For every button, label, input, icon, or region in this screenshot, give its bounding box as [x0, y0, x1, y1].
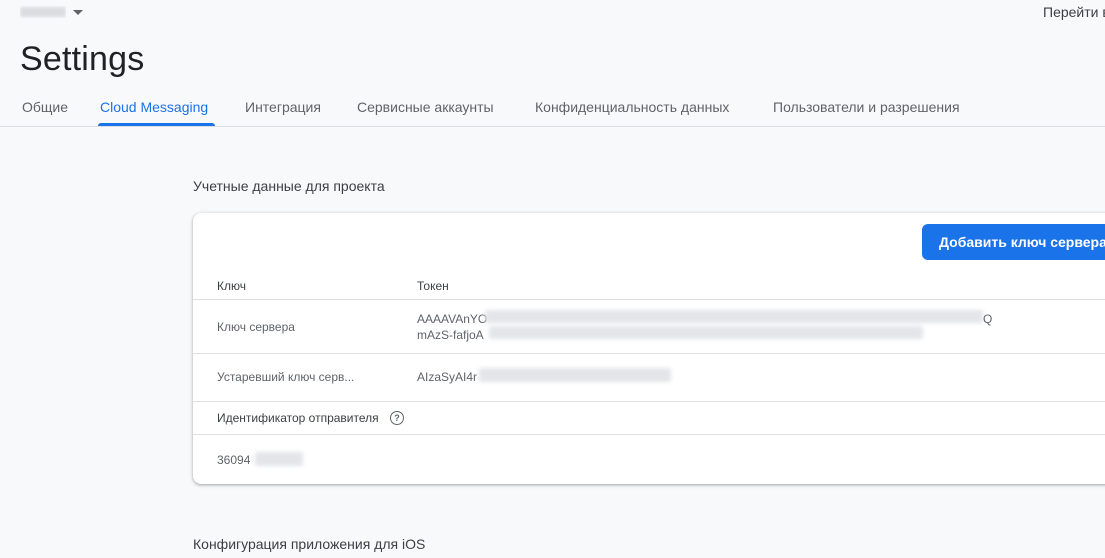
sender-id-value[interactable]: 36094 — [217, 453, 250, 467]
tab-cloud-messaging[interactable]: Cloud Messaging — [100, 99, 208, 115]
token-redacted — [485, 310, 983, 323]
add-server-key-button[interactable]: Добавить ключ сервера — [922, 224, 1105, 260]
caret-down-icon[interactable] — [73, 10, 83, 15]
column-header-token: Токен — [417, 279, 449, 293]
row-key-label: Устаревший ключ серв... — [217, 370, 355, 384]
tab-service-accounts[interactable]: Сервисные аккаунты — [357, 99, 494, 115]
tab-users-permissions[interactable]: Пользователи и разрешения — [773, 99, 960, 115]
server-key-token-line1-end: Q — [983, 312, 993, 326]
tab-data-privacy[interactable]: Конфиденциальность данных — [535, 99, 729, 115]
credentials-card: Добавить ключ сервера Ключ Токен Ключ се… — [193, 213, 1105, 484]
legacy-key-token[interactable]: AIzaSyAI4r — [417, 370, 477, 384]
credentials-section-title: Учетные данные для проекта — [193, 178, 385, 194]
table-row: Устаревший ключ серв... AIzaSyAI4r — [193, 353, 1105, 402]
page-title: Settings — [20, 40, 145, 78]
token-redacted — [489, 326, 923, 339]
table-row: Ключ сервера AAAAVAnYO Q mAzS-fafjoA — [193, 299, 1105, 354]
server-key-token-line1[interactable]: AAAAVAnYO — [417, 312, 487, 326]
row-key-label: Ключ сервера — [217, 320, 295, 334]
sender-id-redacted — [255, 452, 303, 466]
project-selector[interactable] — [20, 6, 66, 18]
ios-config-section-title: Конфигурация приложения для iOS — [193, 536, 426, 552]
top-bar: Перейти в — [0, 0, 1105, 26]
server-key-token-line2[interactable]: mAzS-fafjoA — [417, 328, 484, 342]
active-tab-indicator — [98, 123, 215, 126]
table-header: Ключ Токен — [193, 273, 1105, 299]
token-redacted — [479, 368, 671, 382]
sender-id-row: 36094 — [193, 434, 1105, 485]
project-name-redacted — [20, 7, 66, 17]
tab-general[interactable]: Общие — [22, 99, 68, 115]
column-header-key: Ключ — [217, 279, 246, 293]
settings-tabs: Общие Cloud Messaging Интеграция Сервисн… — [0, 90, 1105, 127]
sender-id-header: Идентификатор отправителя ? — [193, 401, 1105, 435]
goto-link[interactable]: Перейти в — [1043, 4, 1105, 20]
tab-integration[interactable]: Интеграция — [245, 99, 321, 115]
sender-id-label: Идентификатор отправителя — [217, 411, 379, 425]
help-circle-icon[interactable]: ? — [390, 411, 404, 425]
